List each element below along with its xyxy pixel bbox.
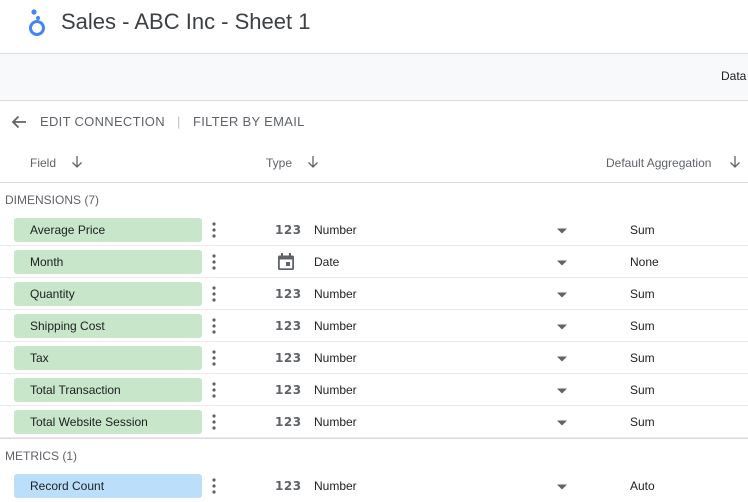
type-select-value[interactable]: Number xyxy=(314,223,357,237)
metrics-section-title: METRICS (1) xyxy=(5,449,77,463)
aggregation-value[interactable]: Sum xyxy=(630,351,655,365)
dropdown-arrow-icon[interactable] xyxy=(556,483,568,491)
back-arrow-icon[interactable] xyxy=(10,113,28,131)
calendar-icon xyxy=(278,253,294,270)
toolbar-data-label[interactable]: Data xyxy=(721,69,746,83)
field-chip[interactable]: Total Website Session xyxy=(14,410,202,434)
number-type-icon: 123 xyxy=(275,319,302,333)
table-row: Total Website Session 123 Number Sum xyxy=(0,406,748,438)
sort-arrow-down-icon[interactable] xyxy=(70,155,84,169)
field-chip[interactable]: Tax xyxy=(14,346,202,370)
dropdown-arrow-icon[interactable] xyxy=(556,387,568,395)
dropdown-arrow-icon[interactable] xyxy=(556,259,568,267)
aggregation-value[interactable]: Sum xyxy=(630,223,655,237)
type-select-value[interactable]: Number xyxy=(314,319,357,333)
field-chip[interactable]: Shipping Cost xyxy=(14,314,202,338)
section-divider xyxy=(0,438,748,439)
app-header: Sales - ABC Inc - Sheet 1 xyxy=(0,0,748,54)
dimensions-section-title: DIMENSIONS (7) xyxy=(5,193,100,207)
aggregation-value[interactable]: Sum xyxy=(630,287,655,301)
sort-arrow-down-icon[interactable] xyxy=(728,155,742,169)
type-select-value[interactable]: Number xyxy=(314,415,357,429)
type-select-value[interactable]: Number xyxy=(314,479,357,493)
number-type-icon: 123 xyxy=(275,479,302,493)
aggregation-value[interactable]: Sum xyxy=(630,383,655,397)
number-type-icon: 123 xyxy=(275,287,302,301)
table-row: Total Transaction 123 Number Sum xyxy=(0,374,748,406)
number-type-icon: 123 xyxy=(275,415,302,429)
table-row: Tax 123 Number Sum xyxy=(0,342,748,374)
number-type-icon: 123 xyxy=(275,351,302,365)
aggregation-value[interactable]: Sum xyxy=(630,319,655,333)
table-row: Record Count 123 Number Auto xyxy=(0,470,748,502)
more-vert-icon[interactable] xyxy=(207,381,221,399)
dropdown-arrow-icon[interactable] xyxy=(556,355,568,363)
sort-arrow-down-icon[interactable] xyxy=(306,155,320,169)
more-vert-icon[interactable] xyxy=(207,349,221,367)
type-select-value[interactable]: Number xyxy=(314,383,357,397)
number-type-icon: 123 xyxy=(275,383,302,397)
type-select-value[interactable]: Number xyxy=(314,287,357,301)
column-header-type[interactable]: Type xyxy=(266,156,292,170)
column-header-field[interactable]: Field xyxy=(30,156,56,170)
aggregation-value[interactable]: None xyxy=(630,255,659,269)
dropdown-arrow-icon[interactable] xyxy=(556,323,568,331)
looker-studio-logo-icon[interactable] xyxy=(26,8,48,38)
more-vert-icon[interactable] xyxy=(207,477,221,495)
dropdown-arrow-icon[interactable] xyxy=(556,291,568,299)
field-chip[interactable]: Quantity xyxy=(14,282,202,306)
toolbar: Data xyxy=(0,54,748,101)
column-header-aggregation[interactable]: Default Aggregation xyxy=(606,156,711,170)
type-select-value[interactable]: Number xyxy=(314,351,357,365)
more-vert-icon[interactable] xyxy=(207,221,221,239)
edit-connection-button[interactable]: EDIT CONNECTION xyxy=(40,114,165,129)
table-row: Average Price 123 Number Sum xyxy=(0,214,748,246)
table-row: Quantity 123 Number Sum xyxy=(0,278,748,310)
field-chip[interactable]: Month xyxy=(14,250,202,274)
more-vert-icon[interactable] xyxy=(207,253,221,271)
field-chip[interactable]: Total Transaction xyxy=(14,378,202,402)
more-vert-icon[interactable] xyxy=(207,285,221,303)
subbar-separator: | xyxy=(177,114,181,129)
dropdown-arrow-icon[interactable] xyxy=(556,227,568,235)
table-row: Month Date None xyxy=(0,246,748,278)
document-title[interactable]: Sales - ABC Inc - Sheet 1 xyxy=(61,9,310,35)
aggregation-value[interactable]: Auto xyxy=(630,479,655,493)
table-row: Shipping Cost 123 Number Sum xyxy=(0,310,748,342)
type-select-value[interactable]: Date xyxy=(314,255,339,269)
field-chip[interactable]: Average Price xyxy=(14,218,202,242)
filter-by-email-button[interactable]: FILTER BY EMAIL xyxy=(193,114,305,129)
more-vert-icon[interactable] xyxy=(207,317,221,335)
dropdown-arrow-icon[interactable] xyxy=(556,419,568,427)
aggregation-value[interactable]: Sum xyxy=(630,415,655,429)
number-type-icon: 123 xyxy=(275,223,302,237)
more-vert-icon[interactable] xyxy=(207,413,221,431)
field-chip[interactable]: Record Count xyxy=(14,474,202,498)
